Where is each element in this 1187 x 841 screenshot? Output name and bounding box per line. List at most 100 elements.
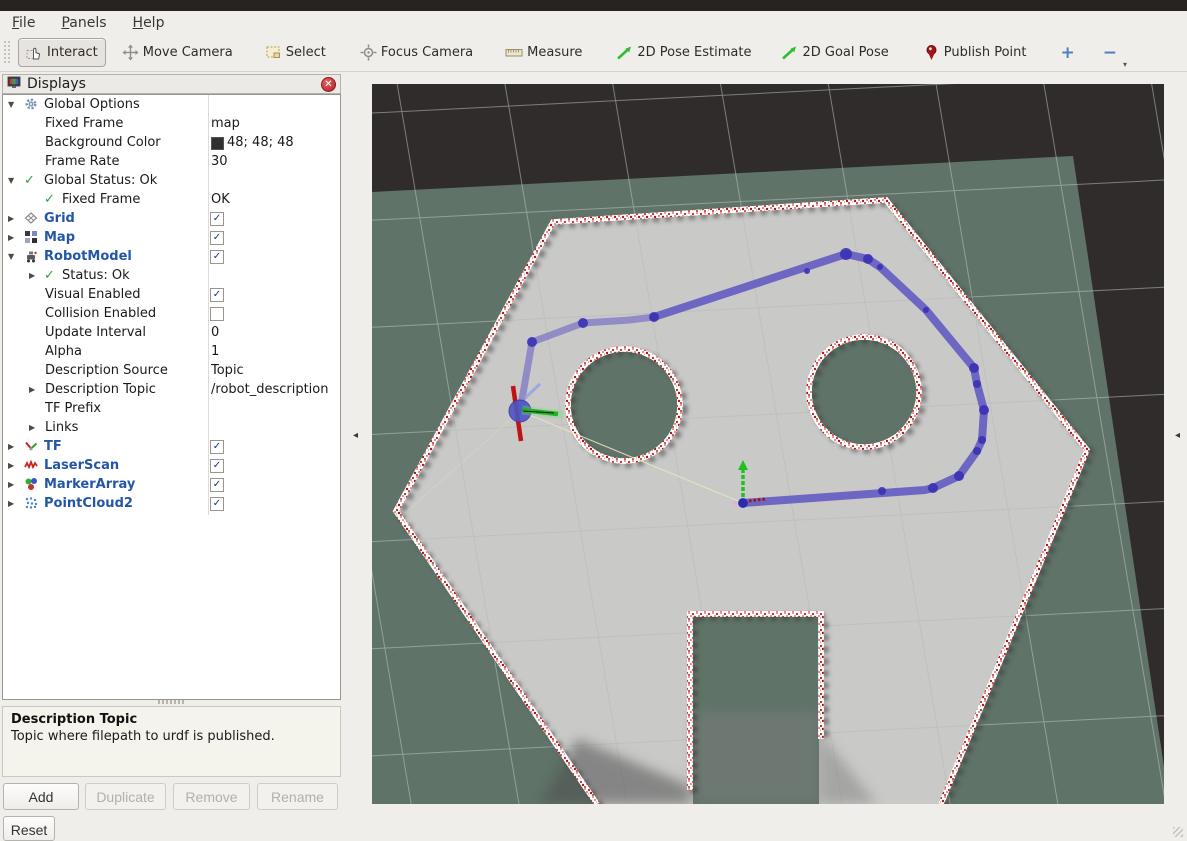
property-label: Description Topic [45, 380, 156, 399]
property-value[interactable]: OK [211, 190, 230, 209]
rename-display-button[interactable]: Rename [257, 783, 338, 810]
property-label: Collision Enabled [45, 304, 156, 323]
remove-display-button[interactable]: Remove [173, 783, 250, 810]
remove-tool-button[interactable]: −▾ [1103, 43, 1117, 63]
tree-row[interactable]: ✓Fixed FrameOK [3, 190, 340, 209]
visibility-checkbox[interactable]: ✓ [210, 231, 224, 245]
tree-row[interactable]: ▼ RobotModel ✓ [3, 247, 340, 266]
interact-tool-button[interactable]: Interact [18, 38, 106, 67]
property-value[interactable]: 0 [211, 323, 219, 342]
tree-row[interactable]: ▶ Links [3, 418, 340, 437]
tree-row[interactable]: ▶Grid✓ [3, 209, 340, 228]
property-value[interactable]: 48; 48; 48 [227, 133, 294, 152]
property-label: Links [45, 418, 78, 437]
toolbar-drag-handle[interactable] [4, 41, 6, 65]
tree-row[interactable]: ▼✓Global Status: Ok [3, 171, 340, 190]
tree-row[interactable]: ▶ PointCloud2 ✓ [3, 494, 340, 513]
expand-arrow-icon[interactable]: ▶ [8, 475, 14, 494]
tree-row[interactable]: ▶MarkerArray✓ [3, 475, 340, 494]
duplicate-display-button[interactable]: Duplicate [85, 783, 166, 810]
property-value[interactable]: /robot_description [211, 380, 328, 399]
publish-point-tool-button[interactable]: Publish Point [915, 38, 1035, 67]
property-value[interactable]: 30 [211, 152, 228, 171]
tree-row[interactable]: Fixed Frame map [3, 114, 340, 133]
visibility-checkbox[interactable]: ✓ [210, 440, 224, 454]
property-label: Background Color [45, 133, 161, 152]
visibility-checkbox[interactable]: ✓ [210, 459, 224, 473]
markers-icon [24, 477, 38, 491]
tree-row[interactable]: Background Color 48; 48; 48 [3, 133, 340, 152]
visibility-checkbox[interactable]: ✓ [210, 478, 224, 492]
close-panel-button[interactable]: ✕ [321, 77, 336, 92]
property-label: RobotModel [44, 247, 132, 266]
property-label: Status: Ok [62, 266, 130, 285]
menu-help[interactable]: Help [133, 15, 165, 31]
resize-grip[interactable] [1173, 827, 1183, 837]
window-titlebar [0, 0, 1187, 11]
tree-row[interactable]: Alpha 1 [3, 342, 340, 361]
tool-label: Publish Point [944, 45, 1027, 60]
expand-arrow-icon[interactable]: ▶ [8, 494, 14, 513]
chevron-down-icon: ▾ [1123, 60, 1127, 69]
visibility-checkbox[interactable]: ✓ [210, 212, 224, 226]
select-tool-button[interactable]: Select [257, 38, 334, 67]
expand-arrow-icon[interactable]: ▶ [29, 418, 35, 437]
expand-arrow-icon[interactable]: ▶ [29, 380, 35, 399]
tree-row[interactable]: ▼Global Options [3, 95, 340, 114]
property-value[interactable]: map [211, 114, 240, 133]
add-tool-button[interactable]: + [1060, 43, 1074, 63]
add-display-button[interactable]: Add [3, 783, 79, 810]
tree-row[interactable]: Frame Rate30 [3, 152, 340, 171]
visibility-checkbox[interactable]: ✓ [210, 497, 224, 511]
expand-arrow-icon[interactable]: ▶ [8, 437, 14, 456]
color-swatch[interactable] [211, 137, 224, 150]
visibility-checkbox[interactable]: ✓ [210, 288, 224, 302]
3d-viewport[interactable] [372, 84, 1164, 804]
measure-tool-button[interactable]: Measure [497, 38, 590, 67]
rendered-scene [372, 84, 1164, 804]
expand-arrow-icon[interactable]: ▶ [8, 456, 14, 475]
expand-arrow-icon[interactable]: ▶ [8, 228, 14, 247]
robot-icon [24, 249, 38, 263]
collapse-arrow-icon[interactable]: ▼ [8, 171, 14, 190]
tree-row[interactable]: ▶TF✓ [3, 437, 340, 456]
property-label: Alpha [45, 342, 82, 361]
tree-row[interactable]: ▶ Description Topic/robot_description [3, 380, 340, 399]
collapse-arrow-icon[interactable]: ▼ [8, 95, 14, 114]
check-icon: ✓ [24, 171, 38, 185]
property-label: Map [44, 228, 75, 247]
menu-bar: File Panels Help [0, 11, 1187, 34]
property-value[interactable]: 1 [211, 342, 219, 361]
tool-label: 2D Pose Estimate [637, 45, 751, 60]
property-label: TF Prefix [45, 399, 101, 418]
tree-row[interactable]: ▶✓Status: Ok [3, 266, 340, 285]
reset-button[interactable]: Reset [3, 816, 55, 841]
tree-row[interactable]: ▶LaserScan✓ [3, 456, 340, 475]
menu-file[interactable]: File [12, 15, 35, 31]
expand-arrow-icon[interactable]: ▶ [8, 209, 14, 228]
move-camera-tool-button[interactable]: Move Camera [114, 38, 241, 67]
tree-row[interactable]: Collision Enabled [3, 304, 340, 323]
property-value[interactable]: Topic [211, 361, 244, 380]
selection-box-icon [265, 44, 282, 61]
focus-camera-tool-button[interactable]: Focus Camera [352, 38, 481, 67]
panel-splitter-handle[interactable] [158, 700, 186, 704]
expand-arrow-icon[interactable]: ▶ [29, 266, 35, 285]
goal-pose-tool-button[interactable]: 2D Goal Pose [773, 38, 896, 67]
tree-row[interactable]: Visual Enabled✓ [3, 285, 340, 304]
tree-row[interactable]: ▶ Map ✓ [3, 228, 340, 247]
right-splitter-collapse-arrow[interactable]: ◂ [1175, 430, 1180, 441]
toolbar-drag-handle[interactable] [8, 41, 10, 65]
visibility-checkbox[interactable] [210, 307, 224, 321]
pose-estimate-tool-button[interactable]: 2D Pose Estimate [608, 38, 759, 67]
property-label: PointCloud2 [44, 494, 133, 513]
left-splitter-collapse-arrow[interactable]: ◂ [353, 430, 358, 441]
property-label: Fixed Frame [45, 114, 123, 133]
visibility-checkbox[interactable]: ✓ [210, 250, 224, 264]
tree-row[interactable]: Update Interval0 [3, 323, 340, 342]
collapse-arrow-icon[interactable]: ▼ [8, 247, 14, 266]
displays-panel-header[interactable]: Displays ✕ [2, 74, 341, 94]
tree-row[interactable]: Description SourceTopic [3, 361, 340, 380]
tree-row[interactable]: TF Prefix [3, 399, 340, 418]
menu-panels[interactable]: Panels [61, 15, 106, 31]
